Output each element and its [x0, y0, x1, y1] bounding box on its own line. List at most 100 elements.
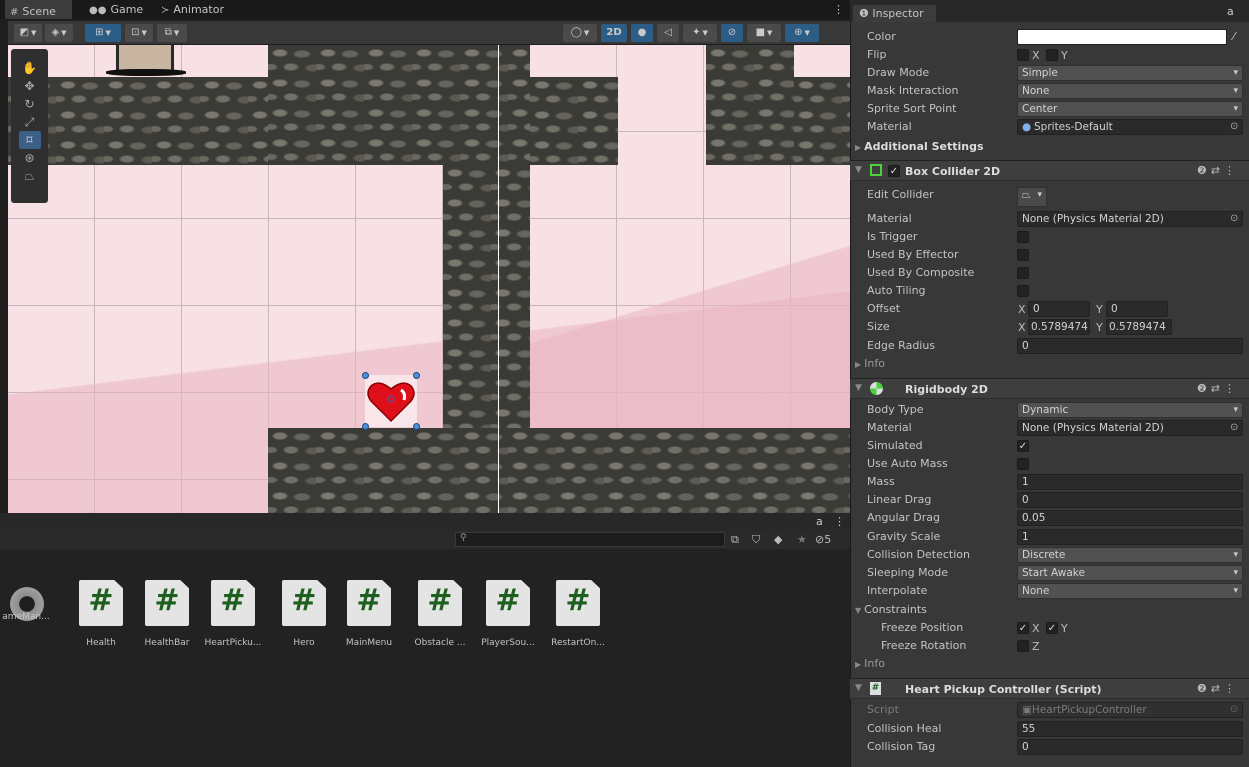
freeze-z-checkbox[interactable] — [1017, 640, 1029, 652]
composite-checkbox[interactable] — [1017, 267, 1029, 279]
edge-radius-field[interactable]: 0 — [1017, 338, 1243, 354]
physics-material-field[interactable]: None (Physics Material 2D) — [1017, 211, 1243, 227]
shading-mode-button[interactable]: ◯ ▼ — [563, 24, 597, 42]
transform-tool-icon[interactable]: ⊛ — [19, 149, 41, 167]
freeze-y-checkbox[interactable]: ✓ — [1046, 622, 1058, 634]
component-menu-icons[interactable]: ❷⇄⋮ — [1197, 382, 1239, 395]
box-collider-header[interactable]: ▼ ✓ Box Collider 2D ❷⇄⋮ — [850, 160, 1249, 181]
kebab-menu-icon[interactable]: ⋮ — [833, 0, 844, 19]
camera-button[interactable]: ■ ▼ — [747, 24, 781, 42]
offset-x-field[interactable]: 0 — [1028, 301, 1090, 317]
linear-drag-field[interactable]: 0 — [1017, 492, 1243, 508]
mask-dropdown[interactable]: None — [1017, 83, 1243, 99]
size-y-field[interactable]: 0.5789474 — [1106, 319, 1172, 335]
draw-mode-dropdown[interactable]: Simple — [1017, 65, 1243, 81]
is-trigger-checkbox[interactable] — [1017, 231, 1029, 243]
tab-game[interactable]: ●● Game — [84, 0, 144, 19]
color-swatch[interactable] — [1017, 29, 1227, 45]
size-x-field[interactable]: 0.5789474 — [1028, 319, 1090, 335]
collision-heal-field[interactable]: 55 — [1017, 721, 1243, 737]
rect-tool-icon[interactable]: ⌑ — [18, 131, 41, 149]
grid-snap-button[interactable]: ⊞ ▼ — [85, 24, 121, 42]
filter-label-icon[interactable]: ⛉ — [752, 533, 760, 547]
gizmos-button[interactable]: ⊕ ▼ — [785, 24, 819, 42]
object-picker-icon[interactable]: ⊙ — [1230, 213, 1238, 224]
scale-tool-icon[interactable]: ⤢ — [19, 113, 41, 131]
flip-y-checkbox[interactable] — [1046, 49, 1058, 61]
info-foldout[interactable]: ▶ Info — [855, 657, 885, 670]
angular-drag-field[interactable]: 0.05 — [1017, 510, 1243, 526]
resize-handle[interactable] — [413, 372, 420, 379]
object-picker-icon[interactable]: ⊙ — [1230, 121, 1238, 132]
view-options-button[interactable]: ◈ ▼ — [45, 24, 73, 42]
constraints-foldout[interactable]: ▼ Constraints — [855, 603, 927, 616]
lock-icon[interactable]: a — [1227, 5, 1234, 18]
hero-sprite[interactable] — [106, 45, 186, 76]
physics-material-field[interactable]: None (Physics Material 2D) — [1017, 420, 1243, 436]
material-field[interactable]: ● Sprites-Default — [1017, 119, 1243, 135]
kebab-menu-icon[interactable]: ⋮ — [834, 515, 845, 528]
hidden-objects-toggle[interactable]: ⊘ — [721, 24, 743, 42]
script-component-header[interactable]: ▼ # Heart Pickup Controller (Script) ❷⇄⋮ — [850, 678, 1249, 699]
asset-item[interactable]: # Obstacle ... — [404, 580, 476, 648]
audio-toggle[interactable]: ◁ — [657, 24, 679, 42]
search-input[interactable]: ⚲ — [455, 532, 725, 547]
custom-tool-icon[interactable]: ⏢ — [19, 167, 41, 185]
resize-handle[interactable] — [362, 423, 369, 430]
collision-tag-field[interactable]: 0 — [1017, 739, 1243, 755]
lighting-toggle[interactable]: ● — [631, 24, 653, 42]
sort-point-dropdown[interactable]: Center — [1017, 101, 1243, 117]
asset-item[interactable]: # PlayerSou... — [472, 580, 544, 648]
star-icon[interactable]: ★ — [797, 533, 807, 546]
effector-checkbox[interactable] — [1017, 249, 1029, 261]
move-tool-icon[interactable]: ✥ — [19, 77, 41, 95]
asset-item[interactable]: # Hero — [268, 580, 340, 648]
tab-scene[interactable]: # Scene — [5, 0, 72, 19]
body-type-dropdown[interactable]: Dynamic — [1017, 402, 1243, 418]
auto-mass-checkbox[interactable] — [1017, 458, 1029, 470]
resize-handle[interactable] — [413, 423, 420, 430]
asset-item[interactable]: # HealthBar — [131, 580, 203, 648]
2d-toggle[interactable]: 2D — [601, 24, 627, 42]
increment-snap-button[interactable]: ⧉ ▼ — [157, 24, 187, 42]
rigidbody-header[interactable]: ▼ Rigidbody 2D ❷⇄⋮ — [850, 378, 1249, 399]
tag-icon[interactable]: ◆ — [774, 533, 782, 546]
edit-collider-button[interactable]: ⏢ — [1017, 187, 1047, 207]
eyedropper-icon[interactable]: ⁄ — [1233, 30, 1235, 43]
lock-icon[interactable]: a — [816, 515, 823, 528]
offset-y-field[interactable]: 0 — [1106, 301, 1168, 317]
component-menu-icons[interactable]: ❷⇄⋮ — [1197, 164, 1239, 177]
gravity-field[interactable]: 1 — [1017, 529, 1243, 545]
tab-animator[interactable]: ≻ Animator — [156, 0, 236, 19]
resize-handle[interactable] — [362, 372, 369, 379]
freeze-x-checkbox[interactable]: ✓ — [1017, 622, 1029, 634]
rotate-tool-icon[interactable]: ↻ — [19, 95, 41, 113]
scene-viewport[interactable]: ✋ ✥ ↻ ⤢ ⌑ ⊛ ⏢ — [8, 45, 850, 513]
asset-item[interactable]: # Health — [65, 580, 137, 648]
simulated-checkbox[interactable]: ✓ — [1017, 440, 1029, 452]
asset-item[interactable]: # RestartOn... — [542, 580, 614, 648]
info-foldout[interactable]: ▶ Info — [855, 357, 885, 370]
object-picker-icon[interactable]: ⊙ — [1230, 422, 1238, 433]
component-menu-icons[interactable]: ❷⇄⋮ — [1197, 682, 1239, 695]
flip-x-checkbox[interactable] — [1017, 49, 1029, 61]
hidden-packages-toggle[interactable]: ⊘5 — [815, 533, 831, 546]
auto-tiling-checkbox[interactable] — [1017, 285, 1029, 297]
asset-item[interactable]: # MainMenu — [333, 580, 405, 648]
heart-pickup-sprite[interactable] — [362, 372, 420, 430]
collision-detection-dropdown[interactable]: Discrete — [1017, 547, 1243, 563]
effects-button[interactable]: ✦ ▼ — [683, 24, 717, 42]
mass-field[interactable]: 1 — [1017, 474, 1243, 490]
asset-item[interactable]: ameMan... — [0, 612, 62, 622]
draw-mode-button[interactable]: ◩ ▼ — [14, 24, 42, 42]
enabled-checkbox[interactable]: ✓ — [888, 165, 900, 177]
hand-tool-icon[interactable]: ✋ — [19, 59, 41, 77]
additional-settings-foldout[interactable]: ▶ Additional Settings — [855, 140, 984, 153]
asset-item[interactable]: # HeartPicku... — [197, 580, 269, 648]
interpolate-dropdown[interactable]: None — [1017, 583, 1243, 599]
grid-icon: ⊡ — [131, 27, 140, 38]
grid-visibility-button[interactable]: ⊡ ▼ — [125, 24, 153, 42]
sleeping-mode-dropdown[interactable]: Start Awake — [1017, 565, 1243, 581]
filter-type-icon[interactable]: ⧉ — [731, 533, 739, 547]
tab-inspector[interactable]: ❶ Inspector — [853, 5, 936, 22]
